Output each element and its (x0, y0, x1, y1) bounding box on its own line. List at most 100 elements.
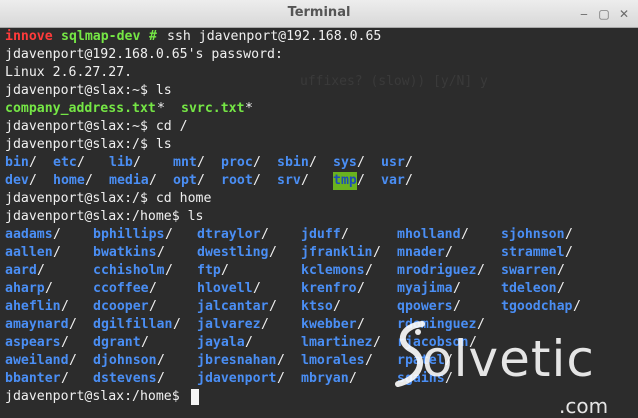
dir-slash: / (557, 281, 565, 296)
prompt-host: innove (5, 29, 53, 44)
file-svrc: svrc.txt (181, 101, 245, 116)
dir-slash: / (357, 155, 365, 170)
dir-slash: / (357, 173, 365, 188)
dir-slash: / (373, 335, 381, 350)
home-dir-lmorales: lmorales (301, 353, 365, 368)
maximize-button[interactable]: ▢ (596, 6, 612, 22)
home-dir-jdavenport: jdavenport (197, 371, 277, 386)
dir-slash: / (557, 263, 565, 278)
command-text: ssh jdavenport@192.168.0.65 (167, 29, 382, 44)
dir-slash: / (165, 263, 173, 278)
solvetic-watermark: olvetic .com (388, 318, 638, 418)
root-dir-row: dev / home / media / opt / root / srv / tmp / v… (5, 172, 413, 190)
minimize-button[interactable]: ‒ (576, 6, 592, 22)
home-dir-ccoffee: ccoffee (93, 281, 149, 296)
dir-slash: / (61, 371, 69, 386)
dir-sys: sys (333, 155, 357, 170)
dir-slash: / (85, 173, 93, 188)
terminal-line-files: company_address.txt * svrc.txt * (5, 100, 253, 118)
dir-slash: / (53, 227, 61, 242)
home-dir-ktso: ktso (301, 299, 333, 314)
prompt-hash: # (149, 29, 157, 44)
dir-slash: / (157, 353, 165, 368)
dir-sbin: sbin (277, 155, 309, 170)
dir-slash: / (309, 155, 317, 170)
dir-slash: / (453, 281, 461, 296)
dir-slash: / (173, 317, 181, 332)
home-dir-dwestling: dwestling (197, 245, 269, 260)
dir-slash: / (165, 227, 173, 242)
home-dir-bbanter: bbanter (5, 371, 61, 386)
dir-slash: / (565, 227, 573, 242)
home-dir-dgilfillan: dgilfillan (93, 317, 173, 332)
executable-mark: * (245, 101, 253, 116)
home-dir-aspears: aspears (5, 335, 61, 350)
dir-slash: / (29, 173, 37, 188)
home-dir-mrodriguez: mrodriguez (397, 263, 477, 278)
home-dir-dgrant: dgrant (93, 335, 141, 350)
dir-slash: / (253, 281, 261, 296)
dir-slash: / (221, 263, 229, 278)
dir-lib: lib (109, 155, 133, 170)
dir-slash: / (77, 155, 85, 170)
dir-slash: / (365, 353, 373, 368)
terminal-line-ssh: innove sqlmap-dev # ssh jdavenport@192.1… (5, 28, 381, 46)
dir-slash: / (45, 281, 53, 296)
dir-slash: / (29, 155, 37, 170)
terminal-line-ls: jdavenport@slax:~$ ls (5, 83, 172, 98)
dir-slash: / (341, 227, 349, 242)
home-dir-jduff: jduff (301, 227, 341, 242)
home-dir-aadams: aadams (5, 227, 53, 242)
dir-slash: / (133, 155, 141, 170)
dir-slash: / (453, 299, 461, 314)
dir-slash: / (37, 263, 45, 278)
terminal-line-cd-home: jdavenport@slax:/$ cd home (5, 191, 212, 206)
home-dir-qpowers: qpowers (397, 299, 453, 314)
dir-opt: opt (173, 173, 197, 188)
dir-var: var (381, 173, 405, 188)
dir-slash: / (269, 299, 277, 314)
dir-media: media (109, 173, 149, 188)
terminal-window: Terminal ‒ ▢ ✕ uffixes? (slow)) [y/N] y … (0, 0, 638, 418)
dir-slash: / (141, 335, 149, 350)
title-bar[interactable]: Terminal ‒ ▢ ✕ (0, 0, 638, 28)
home-dir-aheflin: aheflin (5, 299, 61, 314)
home-dir-bwatkins: bwatkins (93, 245, 157, 260)
terminal-line-current-prompt[interactable]: jdavenport@slax:/home$ (5, 388, 199, 406)
home-dir-jayala: jayala (197, 335, 245, 350)
dir-slash: / (269, 245, 277, 260)
dir-slash: / (69, 353, 77, 368)
prompt-text: jdavenport@slax:/home$ (5, 389, 180, 404)
home-dir-bphillips: bphillips (93, 227, 165, 242)
executable-mark: * (157, 101, 165, 116)
dir-slash: / (197, 173, 205, 188)
dir-slash: / (149, 299, 157, 314)
dir-slash: / (261, 317, 269, 332)
home-dir-mholland: mholland (397, 227, 461, 242)
dir-slash: / (157, 371, 165, 386)
dir-slash: / (357, 317, 365, 332)
watermark-domain: .com (559, 394, 609, 418)
watermark-brand: olvetic (422, 330, 595, 388)
dir-bin: bin (5, 155, 29, 170)
dir-slash: / (333, 299, 341, 314)
root-dir-row: bin / etc / lib / mnt / proc / sbin / sys / usr… (5, 154, 413, 172)
dir-slash: / (61, 335, 69, 350)
home-dir-kwebber: kwebber (301, 317, 357, 332)
home-dir-amaynard: amaynard (5, 317, 69, 332)
home-dir-krenfro: krenfro (301, 281, 357, 296)
file-company-address: company_address.txt (5, 101, 156, 116)
dir-slash: / (61, 299, 69, 314)
dir-root: root (221, 173, 253, 188)
home-dir-kclemons: kclemons (301, 263, 365, 278)
dir-srv: srv (277, 173, 301, 188)
background-ghost-text: uffixes? (slow)) [y/N] y (300, 74, 488, 89)
home-dir-dtraylor: dtraylor (197, 227, 261, 242)
home-dir-mnader: mnader (397, 245, 445, 260)
dir-mnt: mnt (173, 155, 197, 170)
dir-slash: / (565, 245, 573, 260)
dir-slash: / (253, 155, 261, 170)
close-button[interactable]: ✕ (616, 6, 632, 22)
dir-usr: usr (381, 155, 405, 170)
dir-dev: dev (5, 173, 29, 188)
